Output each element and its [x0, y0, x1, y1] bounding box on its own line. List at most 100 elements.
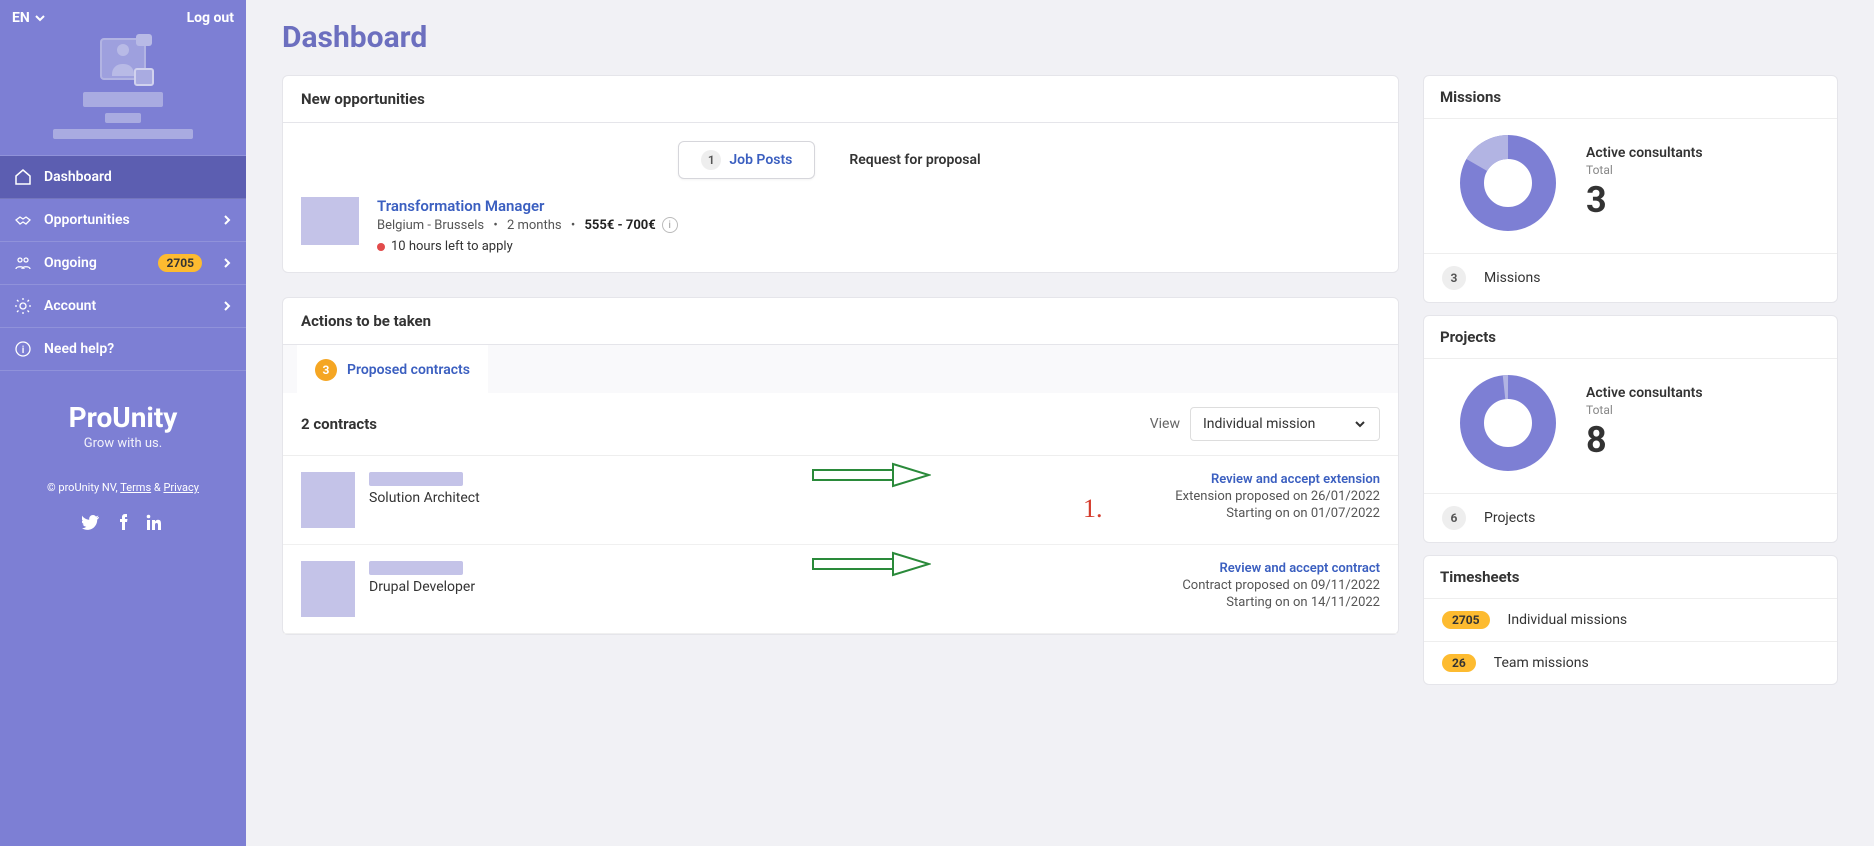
brand-block: ProUnity Grow with us.: [0, 401, 246, 451]
timesheets-card: Timesheets 2705 Individual missions 26 T…: [1423, 555, 1838, 685]
tab-label: Proposed contracts: [347, 362, 470, 378]
consultant-name-skeleton: [369, 472, 463, 486]
review-contract-link[interactable]: Review and accept contract: [1220, 561, 1380, 576]
social-icons: [0, 514, 246, 532]
sidebar-nav: Dashboard Opportunities Ongoing 2705 Acc…: [0, 155, 246, 371]
language-label: EN: [12, 10, 30, 26]
contract-start-date: Starting on on 14/11/2022: [1226, 595, 1380, 610]
opportunities-card: New opportunities 1 Job Posts Request fo…: [282, 75, 1399, 273]
projects-sublabel: Projects: [1484, 510, 1535, 526]
individual-missions-badge: 2705: [1442, 611, 1490, 629]
stat-number: 8: [1586, 419, 1703, 461]
sidebar-item-label: Opportunities: [44, 212, 130, 228]
stat-label: Active consultants: [1586, 385, 1703, 401]
team-missions-label: Team missions: [1494, 655, 1589, 671]
gear-icon: [14, 297, 32, 315]
chevron-right-icon: [222, 301, 232, 311]
annotation-number: 1.: [1083, 494, 1103, 524]
projects-donut-chart: [1458, 373, 1558, 473]
info-icon: i: [14, 340, 32, 358]
privacy-link[interactable]: Privacy: [163, 481, 199, 494]
contract-role: Solution Architect: [369, 490, 480, 506]
sidebar-item-label: Dashboard: [44, 169, 112, 185]
projects-count-badge: 6: [1442, 506, 1466, 530]
actions-tabstrip: 3 Proposed contracts: [283, 345, 1398, 393]
opportunity-meta: Belgium - Brussels • 2 months • 555€ - 7…: [377, 217, 1380, 233]
chevron-down-icon: [1353, 417, 1367, 431]
consultant-name-skeleton: [369, 561, 463, 575]
chevron-right-icon: [222, 215, 232, 225]
missions-donut-chart: [1458, 133, 1558, 233]
handshake-icon: [14, 211, 32, 229]
sidebar-item-dashboard[interactable]: Dashboard: [0, 156, 246, 199]
legal-text: © proUnity NV, Terms & Privacy: [0, 481, 246, 494]
brand-tagline: Grow with us.: [0, 436, 246, 451]
facebook-icon[interactable]: [114, 514, 132, 532]
missions-subrow[interactable]: 3 Missions: [1424, 253, 1837, 302]
language-selector[interactable]: EN: [12, 10, 46, 26]
missions-count-badge: 3: [1442, 266, 1466, 290]
company-thumbnail: [301, 197, 359, 245]
terms-link[interactable]: Terms: [120, 481, 151, 494]
chevron-down-icon: [34, 12, 46, 24]
stat-number: 3: [1586, 179, 1703, 221]
contracts-count-title: 2 contracts: [301, 415, 377, 433]
sidebar-item-label: Ongoing: [44, 255, 97, 271]
view-value: Individual mission: [1203, 416, 1315, 432]
urgent-dot-icon: [377, 243, 385, 251]
people-icon: [14, 254, 32, 272]
profile-block: [0, 36, 246, 155]
avatar-placeholder: [100, 38, 146, 80]
sidebar-item-help[interactable]: i Need help?: [0, 328, 246, 371]
opportunity-deadline: 10 hours left to apply: [377, 239, 1380, 254]
opportunities-header: New opportunities: [283, 76, 1398, 123]
sidebar-item-label: Need help?: [44, 341, 114, 357]
tab-rfp[interactable]: Request for proposal: [827, 141, 1002, 179]
sidebar-item-label: Account: [44, 298, 96, 314]
view-selector[interactable]: Individual mission: [1190, 407, 1380, 441]
team-missions-badge: 26: [1442, 654, 1476, 672]
info-icon[interactable]: i: [662, 217, 678, 233]
contract-row: Drupal Developer Review and accept contr…: [283, 545, 1398, 634]
job-posts-count: 1: [701, 150, 721, 170]
profile-skeleton: [53, 92, 193, 139]
missions-card: Missions Active consultants Total 3 3: [1423, 75, 1838, 303]
contract-proposed-date: Contract proposed on 09/11/2022: [1182, 578, 1380, 593]
actions-card: Actions to be taken 3 Proposed contracts…: [282, 297, 1399, 635]
review-extension-link[interactable]: Review and accept extension: [1211, 472, 1380, 487]
twitter-icon[interactable]: [82, 514, 100, 532]
sidebar-item-opportunities[interactable]: Opportunities: [0, 199, 246, 242]
proposed-count-badge: 3: [315, 359, 337, 381]
linkedin-icon[interactable]: [146, 514, 164, 532]
sidebar-item-ongoing[interactable]: Ongoing 2705: [0, 242, 246, 285]
timesheets-title: Timesheets: [1424, 556, 1837, 598]
contract-row: Solution Architect Review and accept ext…: [283, 456, 1398, 545]
main-content: Dashboard New opportunities 1 Job Posts …: [246, 0, 1874, 705]
missions-sublabel: Missions: [1484, 270, 1540, 286]
brand-name: ProUnity: [0, 401, 246, 434]
home-icon: [14, 168, 32, 186]
sidebar: EN Log out Dashboard Opportunities Ongoi…: [0, 0, 246, 846]
opportunities-tabs: 1 Job Posts Request for proposal: [283, 123, 1398, 197]
view-label: View: [1150, 416, 1180, 432]
individual-missions-label: Individual missions: [1508, 612, 1628, 628]
tab-proposed-contracts[interactable]: 3 Proposed contracts: [297, 345, 488, 393]
sidebar-item-account[interactable]: Account: [0, 285, 246, 328]
projects-subrow[interactable]: 6 Projects: [1424, 493, 1837, 542]
contract-thumbnail: [301, 561, 355, 617]
timesheets-individual-row[interactable]: 2705 Individual missions: [1424, 598, 1837, 641]
tab-label: Request for proposal: [849, 152, 980, 168]
contract-start-date: Starting on on 01/07/2022: [1226, 506, 1380, 521]
logout-link[interactable]: Log out: [187, 10, 234, 26]
chevron-right-icon: [222, 258, 232, 268]
opportunity-item[interactable]: Transformation Manager Belgium - Brussel…: [283, 197, 1398, 272]
tab-job-posts[interactable]: 1 Job Posts: [678, 141, 815, 179]
missions-title: Missions: [1424, 76, 1837, 118]
svg-text:i: i: [22, 345, 25, 356]
stat-sublabel: Total: [1586, 403, 1703, 417]
projects-card: Projects Active consultants Total 8 6: [1423, 315, 1838, 543]
contract-thumbnail: [301, 472, 355, 528]
timesheets-team-row[interactable]: 26 Team missions: [1424, 641, 1837, 684]
contract-proposed-date: Extension proposed on 26/01/2022: [1175, 489, 1380, 504]
projects-title: Projects: [1424, 316, 1837, 358]
